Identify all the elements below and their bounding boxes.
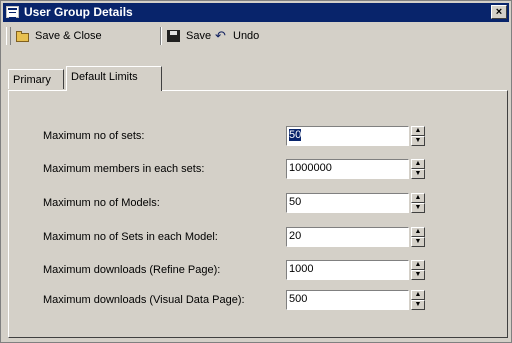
max-models-spinner: ▲ ▼ bbox=[411, 193, 425, 213]
spin-down-button[interactable]: ▼ bbox=[411, 136, 425, 146]
spin-down-button[interactable]: ▼ bbox=[411, 270, 425, 280]
save-close-label: Save & Close bbox=[35, 30, 102, 42]
title-bar: User Group Details × bbox=[3, 3, 509, 22]
max-sets-per-model-label: Maximum no of Sets in each Model: bbox=[43, 231, 218, 243]
tab-default-limits[interactable]: Default Limits bbox=[66, 66, 162, 91]
undo-label: Undo bbox=[233, 30, 260, 42]
undo-button[interactable]: ↶ Undo bbox=[215, 27, 259, 45]
max-members-label: Maximum members in each sets: bbox=[43, 163, 205, 175]
spin-up-button[interactable]: ▲ bbox=[411, 159, 425, 169]
max-downloads-refine-input[interactable]: 1000 bbox=[286, 260, 409, 280]
spin-up-button[interactable]: ▲ bbox=[411, 193, 425, 203]
max-downloads-visual-input[interactable]: 500 bbox=[286, 290, 409, 310]
spin-up-button[interactable]: ▲ bbox=[411, 260, 425, 270]
max-sets-per-model-spinner: ▲ ▼ bbox=[411, 227, 425, 247]
max-downloads-visual-label: Maximum downloads (Visual Data Page): bbox=[43, 294, 245, 306]
max-sets-label: Maximum no of sets: bbox=[43, 130, 145, 142]
user-group-details-window: User Group Details × Save & Close Save ↶… bbox=[0, 0, 512, 343]
toolbar-separator bbox=[160, 27, 162, 45]
max-models-input[interactable]: 50 bbox=[286, 193, 409, 213]
default-limits-panel: Maximum no of sets: 50 ▲ ▼ Maximum membe… bbox=[8, 90, 508, 338]
window-title: User Group Details bbox=[24, 5, 133, 19]
spin-down-button[interactable]: ▼ bbox=[411, 237, 425, 247]
tab-primary[interactable]: Primary bbox=[8, 69, 64, 89]
spin-down-button[interactable]: ▼ bbox=[411, 169, 425, 179]
window-icon bbox=[6, 6, 19, 18]
save-label: Save bbox=[186, 30, 212, 42]
max-downloads-visual-spinner: ▲ ▼ bbox=[411, 290, 425, 310]
max-downloads-refine-label: Maximum downloads (Refine Page): bbox=[43, 264, 221, 276]
toolbar: Save & Close Save ↶ Undo bbox=[3, 24, 509, 48]
undo-arrow-icon: ↶ bbox=[215, 28, 226, 43]
max-models-label: Maximum no of Models: bbox=[43, 197, 160, 209]
max-sets-spinner: ▲ ▼ bbox=[411, 126, 425, 146]
save-button[interactable]: Save bbox=[166, 27, 211, 45]
spin-up-button[interactable]: ▲ bbox=[411, 227, 425, 237]
close-button[interactable]: × bbox=[491, 5, 507, 19]
max-sets-input[interactable]: 50 bbox=[286, 126, 409, 146]
spin-up-button[interactable]: ▲ bbox=[411, 126, 425, 136]
toolbar-grip[interactable] bbox=[6, 27, 11, 45]
max-members-input[interactable]: 1000000 bbox=[286, 159, 409, 179]
spin-up-button[interactable]: ▲ bbox=[411, 290, 425, 300]
save-close-button[interactable]: Save & Close bbox=[15, 27, 102, 45]
disk-icon bbox=[166, 29, 182, 43]
spin-down-button[interactable]: ▼ bbox=[411, 300, 425, 310]
spin-down-button[interactable]: ▼ bbox=[411, 203, 425, 213]
max-downloads-refine-spinner: ▲ ▼ bbox=[411, 260, 425, 280]
folder-icon bbox=[15, 29, 31, 43]
max-sets-value: 50 bbox=[289, 129, 302, 141]
max-sets-per-model-input[interactable]: 20 bbox=[286, 227, 409, 247]
max-members-spinner: ▲ ▼ bbox=[411, 159, 425, 179]
